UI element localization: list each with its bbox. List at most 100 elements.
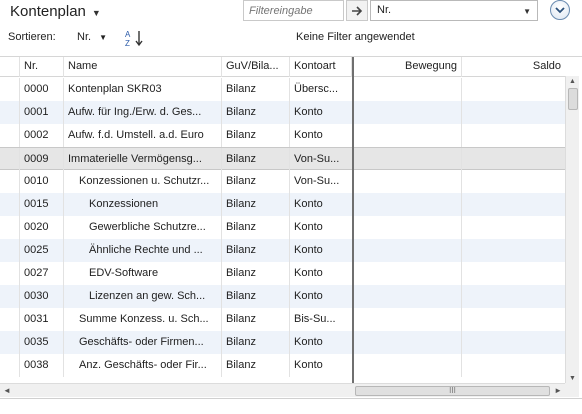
cell-name: Anz. Geschäfts- oder Fir... <box>64 354 222 377</box>
cell-nr: 0020 <box>20 216 64 239</box>
cell-guv: Bilanz <box>222 262 290 285</box>
cell-bewegung <box>354 170 462 193</box>
table-row[interactable]: 0030 Lizenzen an gew. Sch... Bilanz Konto <box>0 285 565 308</box>
cell-name: Summe Konzess. u. Sch... <box>64 308 222 331</box>
row-marker <box>0 354 20 377</box>
row-marker <box>0 101 20 124</box>
row-marker <box>0 193 20 216</box>
row-marker <box>0 78 20 101</box>
row-marker <box>0 216 20 239</box>
cell-nr: 0000 <box>20 78 64 101</box>
grid-header: Nr. Name GuV/Bila... Kontoart Bewegung S… <box>0 57 565 77</box>
table-row[interactable]: 0025 Ähnliche Rechte und ... Bilanz Konto <box>0 239 565 262</box>
column-header-guv[interactable]: GuV/Bila... <box>222 57 290 77</box>
vertical-scroll-thumb[interactable] <box>568 88 578 110</box>
page-title: Kontenplan <box>10 3 86 20</box>
row-marker <box>0 285 20 308</box>
scroll-right-icon[interactable]: ► <box>554 386 562 395</box>
sort-bar: Sortieren: Nr. ▼ A Z Keine Filter angewen… <box>0 28 582 48</box>
cell-bewegung <box>354 78 462 101</box>
table-row[interactable]: 0010 Konzessionen u. Schutzr... Bilanz Von-… <box>0 170 565 193</box>
cell-saldo <box>462 262 565 285</box>
horizontal-scroll-thumb[interactable]: III <box>355 386 550 396</box>
svg-text:Z: Z <box>125 39 130 47</box>
table-row[interactable]: 0031 Summe Konzess. u. Sch... Bilanz Bis-Su… <box>0 308 565 331</box>
cell-bewegung <box>354 308 462 331</box>
row-marker <box>0 148 20 171</box>
scroll-down-icon[interactable]: ▼ <box>569 375 576 382</box>
chevron-down-icon <box>555 6 565 13</box>
column-header-kontoart[interactable]: Kontoart <box>290 57 352 77</box>
table-row[interactable]: 0038 Anz. Geschäfts- oder Fir... Bilanz Kon… <box>0 354 565 377</box>
table-row[interactable]: 0020 Gewerbliche Schutzre... Bilanz Konto <box>0 216 565 239</box>
cell-name: Konzessionen <box>64 193 222 216</box>
scroll-left-icon[interactable]: ◄ <box>3 386 11 395</box>
cell-guv: Bilanz <box>222 308 290 331</box>
cell-saldo <box>462 308 565 331</box>
cell-kontoart: Konto <box>294 221 323 233</box>
cell-name: Konzessionen u. Schutzr... <box>64 170 222 193</box>
page-title-menu[interactable]: Kontenplan ▼ <box>10 3 101 20</box>
scrollbar-corner <box>565 383 579 397</box>
cell-saldo <box>462 216 565 239</box>
cell-bewegung <box>354 354 462 377</box>
cell-bewegung <box>354 262 462 285</box>
filter-field-value: Nr. <box>377 4 392 16</box>
cell-nr: 0010 <box>20 170 64 193</box>
cell-saldo <box>462 78 565 101</box>
cell-kontoart: Konto <box>294 244 323 256</box>
cell-saldo <box>462 354 565 377</box>
sort-field-value: Nr. <box>77 31 92 43</box>
column-header-saldo[interactable]: Saldo <box>462 57 565 77</box>
cell-name: Immaterielle Vermögensg... <box>64 148 222 171</box>
table-row[interactable]: 0035 Geschäfts- oder Firmen... Bilanz Konto <box>0 331 565 354</box>
cell-saldo <box>462 124 565 147</box>
column-header-name[interactable]: Name <box>64 57 222 77</box>
cell-saldo <box>462 148 565 171</box>
filter-status: Keine Filter angewendet <box>296 31 415 43</box>
table-row[interactable]: 0015 Konzessionen Bilanz Konto <box>0 193 565 216</box>
table-row[interactable]: 0002 Aufw. f.d. Umstell. a.d. Euro Bilanz K… <box>0 124 565 147</box>
cell-name: Aufw. f.d. Umstell. a.d. Euro <box>64 124 222 147</box>
table-row[interactable]: 0000 Kontenplan SKR03 Bilanz Übersc... <box>0 78 565 101</box>
filter-input[interactable] <box>243 0 344 21</box>
cell-nr: 0038 <box>20 354 64 377</box>
cell-bewegung <box>354 124 462 147</box>
cell-bewegung <box>354 101 462 124</box>
cell-kontoart: Konto <box>294 359 323 371</box>
apply-filter-button[interactable] <box>346 0 368 21</box>
scroll-up-icon[interactable]: ▲ <box>569 78 576 85</box>
vertical-scrollbar[interactable]: ▲ ▼ <box>565 76 579 384</box>
cell-guv: Bilanz <box>222 239 290 262</box>
expand-filter-button[interactable] <box>550 0 570 20</box>
cell-kontoart: Konto <box>294 198 323 210</box>
horizontal-scrollbar[interactable]: ◄ III ► <box>0 383 565 397</box>
cell-saldo <box>462 239 565 262</box>
grid-rows: 0000 Kontenplan SKR03 Bilanz Übersc... 0001 A… <box>0 78 565 384</box>
sort-ascending-icon[interactable]: A Z <box>124 29 146 47</box>
cell-saldo <box>462 101 565 124</box>
cell-nr: 0001 <box>20 101 64 124</box>
cell-guv: Bilanz <box>222 101 290 124</box>
cell-bewegung <box>354 331 462 354</box>
svg-text:A: A <box>125 30 131 39</box>
filter-field-select[interactable]: Nr. ▼ <box>370 0 538 21</box>
cell-name: Ähnliche Rechte und ... <box>64 239 222 262</box>
sort-field-select[interactable]: Nr. ▼ <box>77 31 107 43</box>
table-row[interactable]: 0001 Aufw. für Ing./Erw. d. Ges... Bilanz K… <box>0 101 565 124</box>
column-header-nr[interactable]: Nr. <box>20 57 64 77</box>
cell-guv: Bilanz <box>222 354 290 377</box>
cell-bewegung <box>354 285 462 308</box>
column-header-bewegung[interactable]: Bewegung <box>354 57 462 77</box>
row-marker <box>0 308 20 331</box>
cell-nr: 0025 <box>20 239 64 262</box>
table-row[interactable]: 0009 Immaterielle Vermögensg... Bilanz Von-… <box>0 147 565 171</box>
cell-bewegung <box>354 193 462 216</box>
cell-saldo <box>462 193 565 216</box>
row-marker-header <box>0 57 20 77</box>
cell-name: EDV-Software <box>64 262 222 285</box>
sort-label: Sortieren: <box>8 31 56 43</box>
cell-kontoart: Konto <box>294 336 323 348</box>
cell-guv: Bilanz <box>222 124 290 147</box>
table-row[interactable]: 0027 EDV-Software Bilanz Konto <box>0 262 565 285</box>
